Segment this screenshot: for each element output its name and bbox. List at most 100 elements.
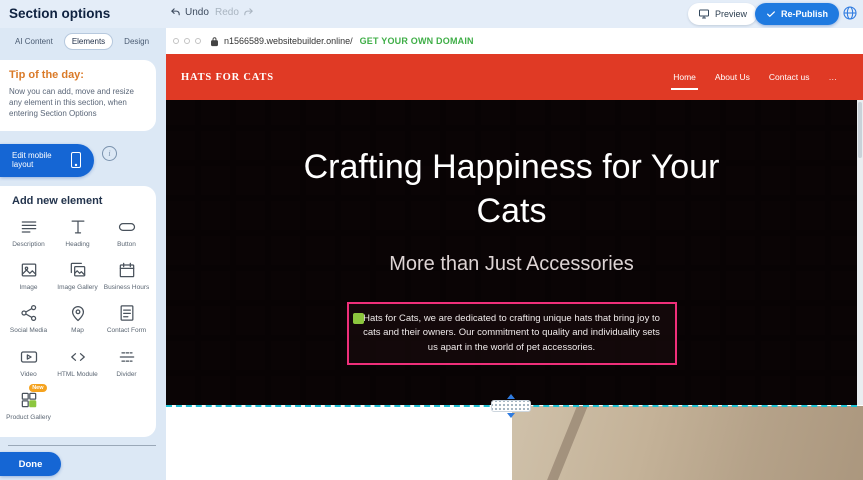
language-globe-icon[interactable] [842, 5, 858, 21]
app-window: Section options Undo Redo Preview Re-Pub… [0, 0, 863, 480]
description-icon [18, 216, 40, 238]
element-item-label: Divider [104, 371, 150, 379]
element-drag-handle[interactable] [353, 313, 364, 324]
element-item-label: Image Gallery [55, 284, 101, 292]
element-item-label: Social Media [6, 327, 52, 335]
element-item-image-gallery[interactable]: Image Gallery [53, 259, 102, 292]
site-logo[interactable]: HATS FOR CATS [181, 72, 274, 83]
site-header: HATS FOR CATS Home About Us Contact us … [166, 54, 863, 100]
element-item-video[interactable]: Video [4, 346, 53, 379]
element-item-label: Description [6, 241, 52, 249]
address-bar-url[interactable]: n1566589.websitebuilder.online/ [224, 36, 353, 46]
undo-button[interactable]: Undo [170, 7, 209, 18]
element-item-label: Contact Form [104, 327, 150, 335]
element-item-label: HTML Module [55, 371, 101, 379]
element-item-label: Button [104, 241, 150, 249]
image-gallery-icon [67, 259, 89, 281]
redo-icon [243, 7, 254, 18]
video-icon [18, 346, 40, 368]
element-item-product-gallery[interactable]: New Product Gallery [4, 389, 53, 422]
divider-icon [116, 346, 138, 368]
top-toolbar: Section options Undo Redo Preview Re-Pub… [0, 0, 863, 28]
element-item-map[interactable]: Map [53, 302, 102, 335]
site-scrollbar [857, 100, 863, 405]
new-badge: New [29, 384, 46, 392]
page-title: Section options [9, 6, 110, 21]
sidebar-divider [8, 445, 156, 446]
element-item-label: Video [6, 371, 52, 379]
resize-grip [491, 400, 531, 412]
site-nav: Home About Us Contact us … [673, 72, 837, 82]
scrollbar-thumb[interactable] [858, 102, 862, 158]
lock-icon [210, 36, 219, 47]
element-item-business-hours[interactable]: Business Hours [102, 259, 151, 292]
element-grid: Description Heading Button Image [4, 216, 154, 433]
undo-icon [170, 7, 181, 18]
add-element-panel: Add new element Description Heading Butt… [0, 186, 156, 437]
section-resize-handle[interactable] [489, 394, 533, 418]
element-item-label: Heading [55, 241, 101, 249]
element-item-social-media[interactable]: Social Media [4, 302, 53, 335]
sidebar: AI Content Elements Design Tip of the da… [0, 28, 166, 480]
element-item-button[interactable]: Button [102, 216, 151, 249]
element-item-image[interactable]: Image [4, 259, 53, 292]
redo-button[interactable]: Redo [215, 7, 254, 18]
tab-design[interactable]: Design [117, 34, 156, 49]
element-item-html-module[interactable]: HTML Module [53, 346, 102, 379]
add-element-title: Add new element [12, 195, 154, 207]
hero-subheading[interactable]: More than Just Accessories [166, 253, 857, 276]
republish-label: Re-Publish [781, 9, 828, 19]
edit-mobile-label: Edit mobile layout [12, 151, 64, 169]
preview-button[interactable]: Preview [688, 3, 757, 25]
phone-icon [70, 151, 82, 169]
product-gallery-icon: New [18, 389, 40, 411]
heading-icon [67, 216, 89, 238]
info-icon[interactable]: i [102, 146, 117, 161]
tip-body: Now you can add, move and resize any ele… [9, 86, 146, 120]
image-icon [18, 259, 40, 281]
nav-item-more[interactable]: … [829, 72, 838, 82]
website-canvas: HATS FOR CATS Home About Us Contact us …… [166, 54, 863, 480]
business-hours-icon [116, 259, 138, 281]
element-item-label: Image [6, 284, 52, 292]
preview-label: Preview [715, 9, 747, 19]
window-dot [173, 38, 179, 44]
window-dots [173, 38, 201, 44]
browser-preview: n1566589.websitebuilder.online/ GET YOUR… [166, 28, 863, 480]
sidebar-tabs: AI Content Elements Design [8, 33, 158, 50]
republish-button[interactable]: Re-Publish [755, 3, 839, 25]
element-item-label: Map [55, 327, 101, 335]
nav-item-home[interactable]: Home [673, 72, 696, 82]
hero-section[interactable]: Crafting Happiness for Your Cats More th… [166, 100, 857, 405]
element-item-description[interactable]: Description [4, 216, 53, 249]
hero-paragraph-selected[interactable]: Hats for Cats, we are dedicated to craft… [347, 302, 677, 365]
nav-item-contact-us[interactable]: Contact us [769, 72, 810, 82]
redo-label: Redo [215, 7, 239, 18]
done-button[interactable]: Done [0, 452, 61, 476]
hero-heading[interactable]: Crafting Happiness for Your Cats [292, 146, 732, 233]
map-icon [67, 302, 89, 324]
element-item-heading[interactable]: Heading [53, 216, 102, 249]
element-item-label: Business Hours [104, 284, 150, 292]
tip-title: Tip of the day: [9, 69, 146, 81]
hero-paragraph-text: Hats for Cats, we are dedicated to craft… [363, 313, 660, 353]
monitor-icon [698, 8, 710, 20]
nav-item-about-us[interactable]: About Us [715, 72, 750, 82]
get-your-own-domain-link[interactable]: GET YOUR OWN DOMAIN [360, 36, 474, 46]
resize-arrow-down-icon [507, 413, 515, 418]
tab-ai-content[interactable]: AI Content [8, 34, 60, 49]
tab-elements[interactable]: Elements [64, 33, 113, 50]
social-media-icon [18, 302, 40, 324]
element-item-divider[interactable]: Divider [102, 346, 151, 379]
carpet-photo [512, 406, 863, 480]
resize-arrow-up-icon [507, 394, 515, 399]
tip-of-the-day-card: Tip of the day: Now you can add, move an… [0, 60, 156, 131]
element-item-contact-form[interactable]: Contact Form [102, 302, 151, 335]
contact-form-icon [116, 302, 138, 324]
undo-label: Undo [185, 7, 209, 18]
element-item-label: Product Gallery [6, 414, 52, 422]
window-dot [195, 38, 201, 44]
window-dot [184, 38, 190, 44]
edit-mobile-layout-button[interactable]: Edit mobile layout [0, 144, 94, 177]
html-module-icon [67, 346, 89, 368]
